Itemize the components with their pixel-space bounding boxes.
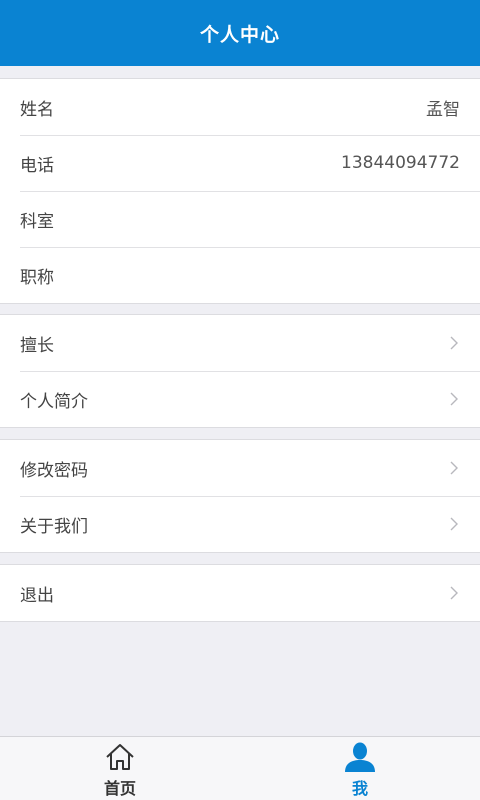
row-introduction[interactable]: 个人简介 [0,371,480,427]
row-job-title: 职称 [0,247,480,303]
chevron-right-icon [448,391,460,407]
row-about-us[interactable]: 关于我们 [0,496,480,552]
specialty-label: 擅长 [20,335,54,356]
session-group: 退出 [0,564,480,622]
tab-me[interactable]: 我 [240,737,480,800]
page-title-bar: 个人中心 [0,0,480,66]
row-phone: 电话 13844094772 [0,135,480,191]
app-root: 个人中心 姓名 孟智 电话 13844094772 科室 职称 擅长 个人简介 [0,0,480,800]
job-title-label: 职称 [20,267,54,288]
department-label: 科室 [20,211,54,232]
phone-value: 13844094772 [341,153,460,173]
row-change-password[interactable]: 修改密码 [0,440,480,496]
tab-home-label: 首页 [103,778,136,798]
bottom-tab-bar: 首页 我 [0,736,480,800]
name-value: 孟智 [426,99,460,120]
row-department: 科室 [0,191,480,247]
logout-label: 退出 [20,585,54,606]
settings-group: 修改密码 关于我们 [0,439,480,553]
name-label: 姓名 [20,99,54,120]
chevron-right-icon [448,460,460,476]
change-password-label: 修改密码 [20,460,88,481]
profile-info-group: 姓名 孟智 电话 13844094772 科室 职称 [0,78,480,304]
chevron-right-icon [448,335,460,351]
tab-home[interactable]: 首页 [0,737,240,800]
about-us-label: 关于我们 [20,516,88,537]
introduction-label: 个人简介 [20,391,88,412]
user-icon [342,741,378,773]
chevron-right-icon [448,585,460,601]
row-logout[interactable]: 退出 [0,565,480,621]
row-name: 姓名 孟智 [0,79,480,135]
chevron-right-icon [448,516,460,532]
details-group: 擅长 个人简介 [0,314,480,428]
row-specialty[interactable]: 擅长 [0,315,480,371]
phone-label: 电话 [20,155,54,176]
home-icon [105,741,135,773]
page-title: 个人中心 [199,23,280,46]
tab-me-label: 我 [351,778,368,798]
